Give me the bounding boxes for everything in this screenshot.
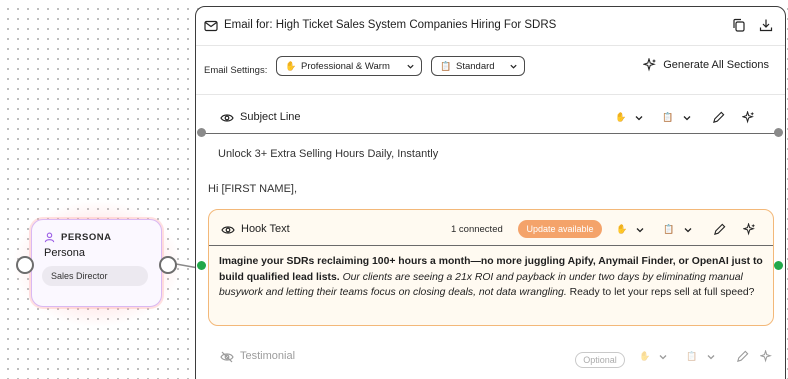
pencil-icon[interactable] — [712, 111, 725, 124]
email-settings-row: Email Settings: ✋ Professional & Warm 📋 … — [196, 47, 785, 95]
chevron-down-icon[interactable] — [658, 352, 668, 362]
subject-left-handle[interactable] — [197, 128, 206, 137]
persona-header: PERSONA — [44, 232, 111, 243]
length-dropdown[interactable]: 📋 Standard — [431, 56, 525, 76]
length-dropdown-value: Standard — [456, 60, 495, 72]
subject-line-text[interactable]: Unlock 3+ Extra Selling Hours Daily, Ins… — [218, 148, 438, 160]
subject-divider — [202, 133, 782, 134]
user-icon — [44, 232, 55, 243]
hook-divider — [209, 245, 773, 246]
document-icon[interactable]: 📋 — [663, 224, 674, 234]
settings-label: Email Settings: — [204, 65, 268, 76]
document-icon[interactable]: 📋 — [662, 112, 673, 122]
chevron-down-icon — [510, 64, 517, 69]
panel-header: Email for: High Ticket Sales System Comp… — [196, 7, 785, 46]
pencil-icon[interactable] — [736, 350, 749, 363]
persona-role-chip[interactable]: Sales Director — [42, 266, 148, 286]
hand-icon[interactable]: ✋ — [615, 112, 626, 122]
hook-plain-text: Ready to let your reps sell at full spee… — [569, 287, 755, 299]
persona-node[interactable]: PERSONA Persona Sales Director — [31, 219, 162, 307]
persona-tag: PERSONA — [61, 232, 112, 243]
sparkle-icon[interactable] — [743, 223, 756, 236]
update-available-badge[interactable]: Update available — [518, 220, 602, 238]
persona-title: Persona — [44, 247, 85, 259]
chevron-down-icon — [407, 64, 414, 69]
testimonial-section: Testimonial Optional ✋ 📋 — [220, 345, 772, 379]
document-icon[interactable]: 📋 — [686, 351, 697, 361]
sparkle-icon — [643, 58, 657, 72]
hook-left-handle[interactable] — [197, 261, 206, 270]
pencil-icon[interactable] — [713, 223, 726, 236]
eye-icon[interactable] — [221, 224, 235, 236]
email-title: Email for: High Ticket Sales System Comp… — [224, 19, 557, 31]
hook-text-label: Hook Text — [241, 223, 290, 235]
copy-icon[interactable] — [732, 18, 746, 32]
eye-icon[interactable] — [220, 112, 234, 124]
hand-icon: ✋ — [285, 60, 297, 71]
tone-dropdown[interactable]: ✋ Professional & Warm — [276, 56, 422, 76]
greeting-text[interactable]: Hi [FIRST NAME], — [208, 183, 297, 195]
hook-right-handle[interactable] — [774, 261, 783, 270]
chevron-down-icon[interactable] — [706, 352, 716, 362]
chevron-down-icon[interactable] — [682, 113, 692, 123]
hand-icon[interactable]: ✋ — [639, 351, 650, 361]
chevron-down-icon[interactable] — [635, 225, 645, 235]
tone-dropdown-value: Professional & Warm — [301, 60, 390, 72]
testimonial-label: Testimonial — [240, 350, 296, 362]
email-panel: Email for: High Ticket Sales System Comp… — [195, 6, 786, 379]
hook-text-section: Hook Text 1 connected Update available ✋… — [208, 209, 774, 326]
generate-all-label: Generate All Sections — [663, 59, 769, 71]
connected-count: 1 connected — [451, 224, 503, 235]
hand-icon[interactable]: ✋ — [616, 224, 627, 234]
eye-off-icon[interactable] — [220, 351, 234, 363]
hook-text-body[interactable]: Imagine your SDRs reclaiming 100+ hours … — [219, 254, 767, 301]
subject-right-handle[interactable] — [774, 128, 783, 137]
mail-icon — [204, 20, 218, 32]
persona-output-handle[interactable] — [159, 256, 177, 274]
sparkle-icon[interactable] — [760, 350, 773, 363]
persona-input-handle[interactable] — [16, 256, 34, 274]
optional-badge: Optional — [575, 352, 625, 368]
subject-line-section: Subject Line ✋ 📋 — [220, 99, 762, 135]
chevron-down-icon[interactable] — [683, 225, 693, 235]
download-icon[interactable] — [759, 18, 773, 32]
chevron-down-icon[interactable] — [634, 113, 644, 123]
sparkle-icon[interactable] — [742, 111, 755, 124]
document-icon: 📋 — [440, 60, 452, 71]
generate-all-button[interactable]: Generate All Sections — [643, 58, 769, 72]
subject-line-label: Subject Line — [240, 111, 301, 123]
